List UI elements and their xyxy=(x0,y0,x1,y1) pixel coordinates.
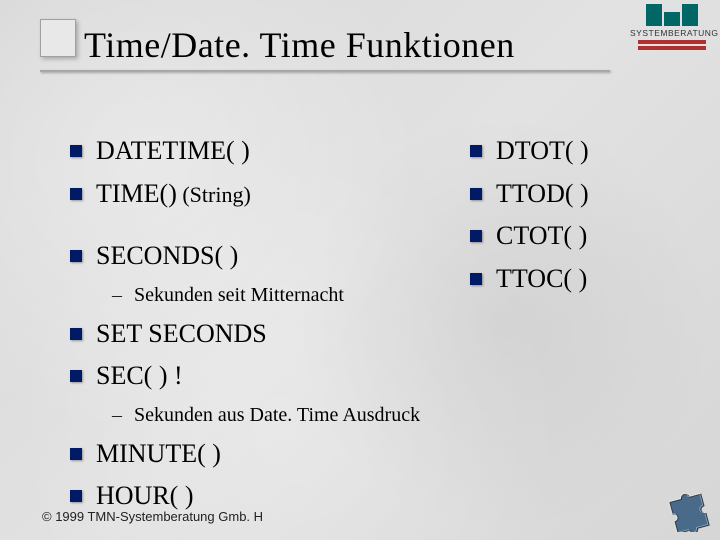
title-decor-box xyxy=(40,19,76,57)
square-bullet-icon xyxy=(470,230,482,242)
list-item-text: TTOD( ) xyxy=(496,178,589,211)
sub-list-text: Sekunden aus Date. Time Ausdruck xyxy=(134,403,420,428)
list-item-text: TTOC( ) xyxy=(496,263,587,296)
list-item-text: SEC( ) ! xyxy=(96,360,183,393)
copyright-text: © 1999 TMN-Systemberatung Gmb. H xyxy=(42,509,263,524)
slide-title-area: Time/Date. Time Funktionen xyxy=(50,24,610,66)
logo-lines-icon xyxy=(630,40,714,50)
logo-bars-icon xyxy=(630,4,714,26)
right-column: DTOT( ) TTOD( ) CTOT( ) TTOC( ) xyxy=(440,125,690,490)
list-item: SET SECONDS xyxy=(70,318,440,351)
square-bullet-icon xyxy=(70,145,82,157)
square-bullet-icon xyxy=(470,145,482,157)
tmn-logo: SYSTEMBERATUNG xyxy=(630,4,714,52)
list-item-text: SECONDS( ) xyxy=(96,240,238,273)
sub-list-item: – Sekunden seit Mitternacht xyxy=(112,283,440,308)
list-item: TTOC( ) xyxy=(470,263,690,296)
list-item-text: DTOT( ) xyxy=(496,135,589,168)
list-item-text: TIME() (String) xyxy=(96,178,251,211)
list-item: MINUTE( ) xyxy=(70,438,440,471)
square-bullet-icon xyxy=(70,328,82,340)
list-item-text: SET SECONDS xyxy=(96,318,267,351)
sub-list-item: – Sekunden aus Date. Time Ausdruck xyxy=(112,403,440,428)
list-item: SECONDS( ) xyxy=(70,240,440,273)
square-bullet-icon xyxy=(70,188,82,200)
dash-bullet-icon: – xyxy=(112,283,124,307)
slide-title: Time/Date. Time Funktionen xyxy=(84,24,610,66)
logo-subtext: SYSTEMBERATUNG xyxy=(630,28,714,38)
left-column: DATETIME( ) TIME() (String) SECONDS( ) –… xyxy=(70,125,440,490)
content-area: DATETIME( ) TIME() (String) SECONDS( ) –… xyxy=(70,125,690,490)
square-bullet-icon xyxy=(470,188,482,200)
list-item-tail: (String) xyxy=(177,182,251,207)
list-item-text: HOUR( ) xyxy=(96,480,194,513)
list-item-text: CTOT( ) xyxy=(496,220,587,253)
square-bullet-icon xyxy=(70,250,82,262)
list-item: TIME() (String) xyxy=(70,178,440,211)
list-item: TTOD( ) xyxy=(470,178,690,211)
list-item: SEC( ) ! xyxy=(70,360,440,393)
list-item-text: MINUTE( ) xyxy=(96,438,221,471)
list-item: DTOT( ) xyxy=(470,135,690,168)
list-item: HOUR( ) xyxy=(70,480,440,513)
list-item: CTOT( ) xyxy=(470,220,690,253)
square-bullet-icon xyxy=(70,448,82,460)
dash-bullet-icon: – xyxy=(112,403,124,427)
sub-list-text: Sekunden seit Mitternacht xyxy=(134,283,344,308)
square-bullet-icon xyxy=(70,370,82,382)
square-bullet-icon xyxy=(470,273,482,285)
puzzle-piece-icon xyxy=(664,484,712,532)
list-item: DATETIME( ) xyxy=(70,135,440,168)
list-item-main: TIME() xyxy=(96,179,177,208)
list-item-text: DATETIME( ) xyxy=(96,135,250,168)
square-bullet-icon xyxy=(70,490,82,502)
title-underline xyxy=(40,70,610,72)
